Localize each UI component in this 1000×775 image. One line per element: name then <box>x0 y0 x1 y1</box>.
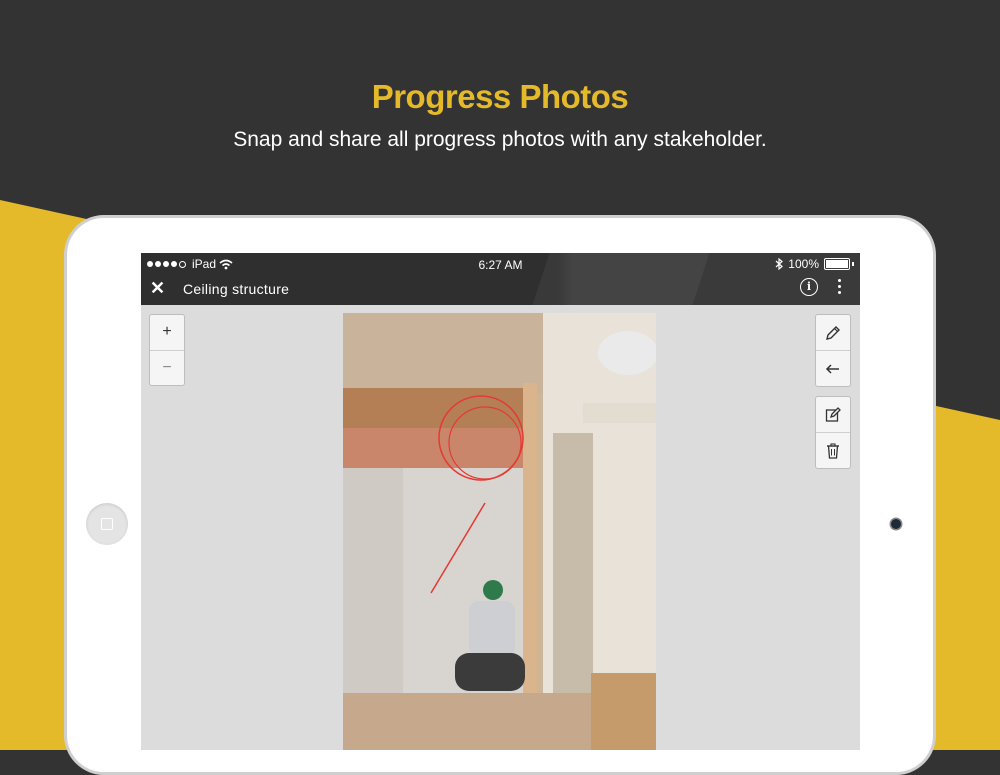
construction-site-photo[interactable] <box>343 313 656 750</box>
pencil-icon <box>826 325 840 340</box>
home-button[interactable] <box>86 503 128 545</box>
edit-tools <box>815 396 851 469</box>
zoom-control: + − <box>149 314 185 386</box>
status-bar: iPad 6:27 AM 100% <box>141 253 860 275</box>
battery-icon <box>824 258 850 270</box>
markup-tools <box>815 314 851 387</box>
more-vertical-icon[interactable] <box>838 279 841 294</box>
app-screen: iPad 6:27 AM 100% ✕ Ceiling structure i <box>141 253 860 750</box>
nav-bar: ✕ Ceiling structure i <box>141 275 860 305</box>
promo-subline: Snap and share all progress photos with … <box>233 128 767 151</box>
camera-lens <box>891 519 901 529</box>
edit-icon <box>825 406 841 422</box>
photo-title: Ceiling structure <box>183 281 290 297</box>
battery-percent: 100% <box>788 257 819 271</box>
arrow-left-icon <box>825 363 839 374</box>
status-time: 6:27 AM <box>478 258 523 272</box>
edit-button[interactable] <box>816 397 850 432</box>
bluetooth-icon <box>775 258 784 270</box>
promo-headline: Progress Photos <box>371 78 629 115</box>
pencil-button[interactable] <box>816 315 850 350</box>
zoom-in-button[interactable]: + <box>150 315 184 350</box>
delete-button[interactable] <box>816 432 850 468</box>
back-button[interactable] <box>816 350 850 386</box>
zoom-out-button[interactable]: − <box>150 350 184 386</box>
trash-icon <box>827 442 839 459</box>
top-bar: iPad 6:27 AM 100% ✕ Ceiling structure i <box>141 253 860 305</box>
close-icon[interactable]: ✕ <box>150 278 165 299</box>
info-icon[interactable]: i <box>800 278 818 296</box>
